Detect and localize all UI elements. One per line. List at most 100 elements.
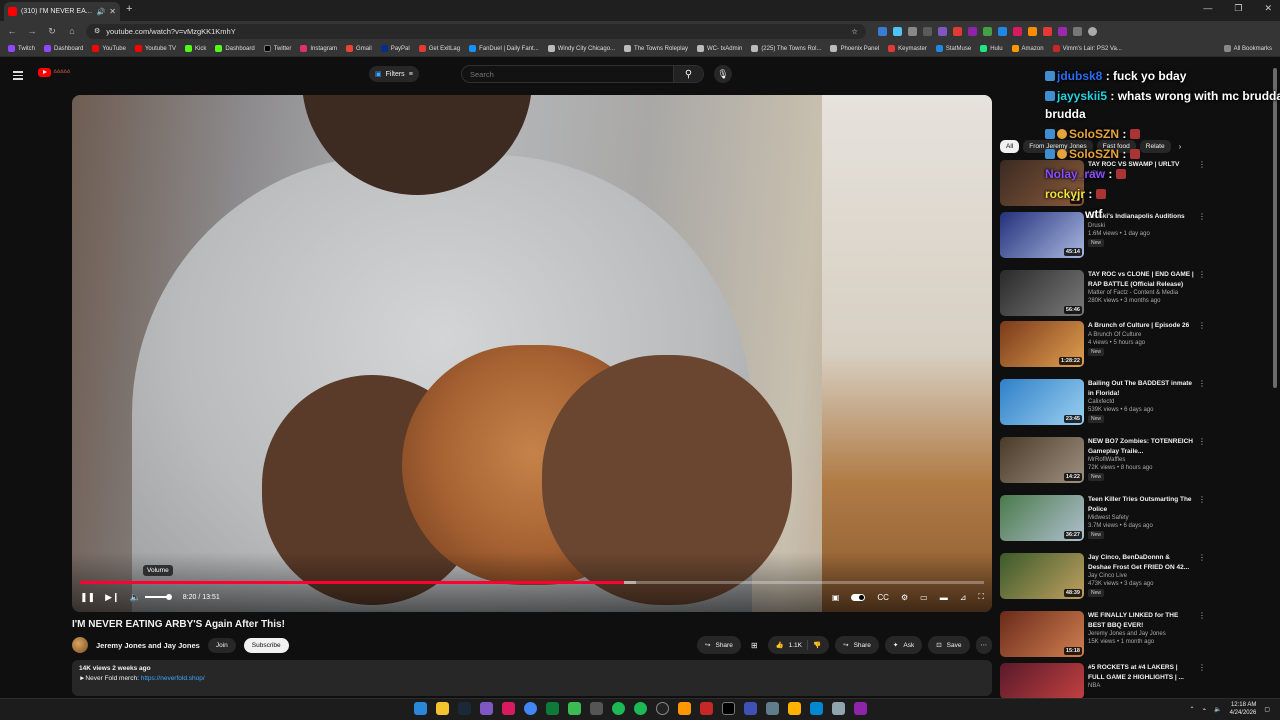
site-info-icon[interactable]: ⚙ [94, 27, 100, 35]
app-icon[interactable] [700, 702, 713, 715]
network-icon[interactable]: ⌁ [1203, 706, 1207, 713]
pause-icon[interactable]: ❚❚ [80, 592, 95, 603]
steam-icon[interactable] [458, 702, 471, 715]
merch-link[interactable]: https://neverfold.shop/ [141, 675, 205, 682]
bookmark-item[interactable]: The Towns Roleplay [624, 45, 688, 52]
x-icon[interactable] [722, 702, 735, 715]
search-input[interactable] [462, 69, 673, 79]
spotify-icon[interactable] [634, 702, 647, 715]
recommendation-item[interactable]: #5 ROCKETS at #4 LAKERS | FULL GAME 2 HI… [1000, 663, 1206, 699]
bookmark-item[interactable]: StatMuse [935, 45, 971, 52]
more-icon[interactable]: ⋮ [1198, 321, 1206, 373]
channel-avatar[interactable] [72, 637, 88, 653]
extensions-menu-icon[interactable] [1073, 26, 1082, 36]
start-icon[interactable] [414, 702, 427, 715]
file-explorer-icon[interactable] [436, 702, 449, 715]
app-icon[interactable] [546, 702, 559, 715]
back-icon[interactable]: ← [6, 26, 18, 36]
next-icon[interactable]: ▶❙ [105, 592, 119, 603]
recommendation-item[interactable]: 56:46 TAY ROC vs CLONE | END GAME | RAP … [1000, 270, 1206, 322]
extension-icon[interactable] [953, 26, 962, 36]
bookmark-item[interactable]: WC- txAdmin [696, 45, 742, 52]
bookmark-item[interactable]: Twitch [8, 45, 35, 52]
browser-tab[interactable]: (310) I'M NEVER EATING ARBY'S Again Afte… [4, 2, 120, 21]
app-icon[interactable] [590, 702, 603, 715]
close-tab-icon[interactable]: ✕ [109, 7, 116, 16]
extension-icon[interactable] [1028, 26, 1037, 36]
save-button[interactable]: ⊡ Save [928, 636, 970, 654]
more-icon[interactable]: ⋮ [1198, 611, 1206, 663]
bookmark-item[interactable]: Amazon [1011, 45, 1044, 52]
close-window-icon[interactable]: ✕ [1264, 3, 1272, 14]
bookmark-item[interactable]: Dashboard [215, 45, 255, 52]
app-icon[interactable] [568, 702, 581, 715]
bookmark-item[interactable]: Get ExitLag [418, 45, 460, 52]
clock[interactable]: 12:18 AM 4/24/2026 [1230, 701, 1257, 717]
minimize-icon[interactable]: — [1203, 3, 1212, 14]
app-icon[interactable] [678, 702, 691, 715]
volume-icon[interactable]: 🔈 [1214, 706, 1221, 713]
chevron-up-icon[interactable]: ⌃ [1189, 706, 1194, 713]
bookmark-item[interactable]: Twitter [263, 45, 291, 52]
video-thumbnail[interactable] [1000, 663, 1084, 699]
settings-icon[interactable]: ⚙ [901, 593, 908, 602]
captions-icon[interactable]: CC [877, 593, 889, 602]
extension-icon[interactable] [998, 26, 1007, 36]
notifications-icon[interactable]: ▢ [1264, 706, 1270, 713]
thumbs-down-icon[interactable]: 👎 [813, 641, 821, 649]
extension-icon[interactable] [1043, 26, 1052, 36]
forward-icon[interactable]: → [26, 26, 38, 36]
app-icon[interactable] [766, 702, 779, 715]
ask-button[interactable]: ✦ Ask [884, 636, 923, 654]
youtube-logo[interactable]: ᐞᐞᐞᐞᐞ [38, 68, 71, 77]
clip-icon[interactable]: ⊞ [747, 641, 762, 650]
bookmark-item[interactable]: Youtube TV [134, 45, 176, 52]
app-icon[interactable] [744, 702, 757, 715]
more-icon[interactable]: ⋮ [1198, 495, 1206, 547]
recommendation-item[interactable]: 14:22 NEW BO7 Zombies: TOTENREICH Gamepl… [1000, 437, 1206, 489]
app-icon[interactable] [502, 702, 515, 715]
bookmark-item[interactable]: YouTube [92, 45, 126, 52]
bookmark-star-icon[interactable]: ☆ [851, 27, 858, 36]
bookmark-item[interactable]: Keymaster [888, 45, 927, 52]
bookmark-item[interactable]: Phoenix Panel [830, 45, 879, 52]
new-tab-button[interactable]: + [126, 3, 132, 15]
extension-icon[interactable] [968, 26, 977, 36]
video-thumbnail[interactable]: 15:18 [1000, 611, 1084, 657]
extension-icon[interactable] [938, 26, 947, 36]
video-thumbnail[interactable]: 23:45 [1000, 379, 1084, 425]
share-button[interactable]: ↪ Share [697, 636, 741, 654]
search-button[interactable]: ⚲ [673, 66, 703, 82]
video-thumbnail[interactable]: 36:27 [1000, 495, 1084, 541]
bookmark-item[interactable]: Kick [184, 45, 206, 52]
bookmark-item[interactable]: Windy City Chicago... [547, 45, 615, 52]
more-icon[interactable]: ⋮ [1198, 379, 1206, 431]
description-box[interactable]: 14K views 2 weeks ago ►Never Fold merch:… [72, 660, 992, 696]
discord-icon[interactable] [480, 702, 493, 715]
voice-search-button[interactable]: 🎙 [714, 65, 732, 83]
like-button[interactable]: 👍 1.1K 👎 [767, 636, 830, 654]
more-icon[interactable]: ⋮ [1198, 663, 1206, 699]
recommendation-item[interactable]: 23:45 Bailing Out The BADDEST inmate in … [1000, 379, 1206, 431]
bookmark-item[interactable]: Dashboard [44, 45, 83, 52]
subscribe-button[interactable]: Subscribe [243, 637, 289, 653]
autoplay-toggle[interactable] [851, 593, 866, 601]
more-icon[interactable]: ⋮ [1198, 270, 1206, 322]
volume-icon[interactable]: 🔈 [130, 592, 141, 603]
reload-icon[interactable]: ↻ [46, 26, 58, 37]
video-thumbnail[interactable]: 48:39 [1000, 553, 1084, 599]
bookmark-item[interactable]: Instagram [300, 45, 337, 52]
app-icon[interactable] [810, 702, 823, 715]
bookmark-item[interactable]: Vimm's Lair: PS2 Va... [1052, 45, 1122, 52]
recommendation-item[interactable]: 15:18 WE FINALLY LINKED for THE BEST BBQ… [1000, 611, 1206, 663]
cast-icon[interactable]: ⊿ [960, 593, 967, 602]
fullscreen-icon[interactable]: ⛶ [978, 592, 984, 602]
bookmark-item[interactable]: PayPal [380, 45, 410, 52]
bookmark-item[interactable]: Gmail [346, 45, 372, 52]
menu-icon[interactable] [13, 69, 23, 82]
extension-icon[interactable] [878, 26, 887, 36]
volume-control[interactable]: 🔈 [130, 592, 172, 603]
recommendation-item[interactable]: 48:39 Jay Cinco, BenDaDonnn & Deshae Fro… [1000, 553, 1206, 605]
share-button-2[interactable]: ↪ Share [835, 636, 879, 654]
obs-icon[interactable] [656, 702, 669, 715]
